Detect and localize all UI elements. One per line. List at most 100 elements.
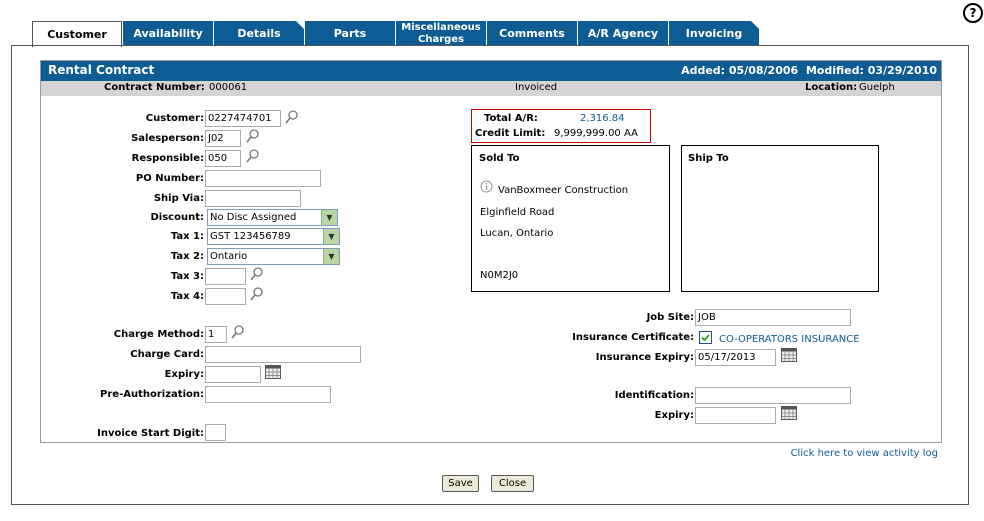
tab-parts[interactable]: Parts <box>305 21 395 46</box>
calendar-icon[interactable] <box>781 348 797 362</box>
credit-limit-value: 9,999,999.00 AA <box>554 128 638 139</box>
tax1-select[interactable]: GST 123456789 ▼ <box>207 228 340 245</box>
contract-status: Invoiced <box>515 82 558 93</box>
id-expiry-input[interactable] <box>695 407 776 424</box>
charge-method-input[interactable]: 1 <box>205 326 227 343</box>
responsible-label: Responsible: <box>131 153 204 164</box>
tax4-search-icon[interactable] <box>250 287 264 301</box>
ar-summary: Total A/R: 2,316.84 Credit Limit: 9,999,… <box>471 109 651 143</box>
ship-via-input[interactable] <box>205 190 301 207</box>
sold-to-box: Sold To VanBoxmeer Construction Elginfie… <box>471 145 670 292</box>
salesperson-label: Salesperson: <box>131 133 204 144</box>
pre-authorization-label: Pre-Authorization: <box>100 389 204 400</box>
chevron-down-icon[interactable]: ▼ <box>323 249 339 264</box>
help-icon[interactable]: ? <box>963 3 983 23</box>
charge-card-input[interactable] <box>205 346 361 363</box>
tab-invoicing[interactable]: Invoicing <box>669 21 760 46</box>
chevron-down-icon[interactable]: ▼ <box>321 210 337 225</box>
location-label: Location: <box>805 82 858 93</box>
modified-date: 03/29/2010 <box>867 64 937 77</box>
salesperson-search-icon[interactable] <box>246 129 260 143</box>
responsible-search-icon[interactable] <box>246 149 260 163</box>
tax3-input[interactable] <box>205 268 246 285</box>
tax3-label: Tax 3: <box>170 271 204 282</box>
tax4-label: Tax 4: <box>170 291 204 302</box>
insurance-company: CO-OPERATORS INSURANCE <box>719 334 860 345</box>
expiry-label: Expiry: <box>164 369 204 380</box>
page-title: Rental Contract <box>48 63 155 77</box>
modified-label: Modified: <box>805 64 864 77</box>
tab-availability[interactable]: Availability <box>123 21 213 46</box>
insurance-expiry-label: Insurance Expiry: <box>595 352 694 363</box>
customer-search-icon[interactable] <box>285 110 299 124</box>
tax2-label: Tax 2: <box>170 251 204 262</box>
insurance-expiry-input[interactable]: 05/17/2013 <box>695 349 776 366</box>
responsible-input[interactable]: 050 <box>205 150 241 167</box>
tax4-input[interactable] <box>205 288 246 305</box>
tab-details-label: Details <box>237 27 281 40</box>
po-number-input[interactable] <box>205 170 321 187</box>
job-site-label: Job Site: <box>646 312 694 323</box>
customer-label: Customer: <box>145 113 204 124</box>
ship-to-box: Ship To <box>681 145 879 292</box>
tax3-search-icon[interactable] <box>250 267 264 281</box>
invoice-start-digit-input[interactable] <box>205 424 226 441</box>
pre-authorization-input[interactable] <box>205 386 331 403</box>
tab-ar-agency[interactable]: A/R Agency <box>578 21 668 46</box>
tab-invoicing-label: Invoicing <box>685 27 743 40</box>
tab-misc-line1: Miscellaneous <box>401 22 481 33</box>
tab-details[interactable]: Details <box>214 21 305 46</box>
sold-to-title: Sold To <box>479 153 520 164</box>
identification-input[interactable] <box>695 387 851 404</box>
activity-log-link[interactable]: Click here to view activity log <box>791 448 938 459</box>
added-label: Added: <box>681 64 726 77</box>
tax2-select[interactable]: Ontario ▼ <box>207 248 340 265</box>
tab-miscellaneous-charges[interactable]: Miscellaneous Charges <box>396 21 486 46</box>
identification-label: Identification: <box>614 390 694 401</box>
credit-limit-label: Credit Limit: <box>475 128 546 139</box>
calendar-icon[interactable] <box>265 365 281 379</box>
tab-corner <box>751 21 760 30</box>
contract-number: 000061 <box>209 82 248 93</box>
calendar-icon[interactable] <box>781 406 797 420</box>
invoice-start-label: Invoice Start Digit: <box>97 428 204 439</box>
tax2-value: Ontario <box>210 251 248 262</box>
sold-to-name: VanBoxmeer Construction <box>498 185 629 196</box>
discount-select[interactable]: No Disc Assigned ▼ <box>207 209 338 226</box>
contract-number-label: Contract Number: <box>104 82 205 93</box>
salesperson-input[interactable]: J02 <box>205 130 241 147</box>
customer-input[interactable]: 0227474701 <box>205 110 281 127</box>
sold-to-postal: N0M2J0 <box>480 270 519 281</box>
discount-label: Discount: <box>150 212 205 223</box>
tab-comments[interactable]: Comments <box>487 21 577 46</box>
charge-method-search-icon[interactable] <box>231 325 245 339</box>
info-bar: Contract Number: 000061 Invoiced Locatio… <box>41 81 941 96</box>
close-button[interactable]: Close <box>491 475 534 492</box>
expiry-input[interactable] <box>205 366 261 383</box>
chevron-down-icon[interactable]: ▼ <box>323 229 339 244</box>
discount-value: No Disc Assigned <box>210 212 297 223</box>
dates: Added: 05/08/2006 Modified: 03/29/2010 <box>681 64 937 77</box>
insurance-certificate-label: Insurance Certificate: <box>572 332 694 343</box>
po-number-label: PO Number: <box>135 173 204 184</box>
charge-method-label: Charge Method: <box>113 329 204 340</box>
info-icon[interactable] <box>480 180 493 193</box>
added-date: 05/08/2006 <box>728 64 799 77</box>
insurance-checkbox[interactable] <box>699 331 712 344</box>
total-ar-label: Total A/R: <box>484 113 538 124</box>
ship-to-title: Ship To <box>688 153 729 164</box>
save-button[interactable]: Save <box>442 475 479 492</box>
id-expiry-label: Expiry: <box>654 410 694 421</box>
sold-to-address-line2: Lucan, Ontario <box>480 228 554 239</box>
location-value: Guelph <box>859 82 895 93</box>
sold-to-address-line1: Elginfield Road <box>480 207 555 218</box>
job-site-input[interactable]: JOB <box>695 309 851 326</box>
ship-via-label: Ship Via: <box>153 193 204 204</box>
tax1-label: Tax 1: <box>170 231 204 242</box>
tab-customer[interactable]: Customer <box>32 21 122 47</box>
tab-corner <box>296 21 305 30</box>
title-bar: Rental Contract Added: 05/08/2006 Modifi… <box>41 61 941 81</box>
tax1-value: GST 123456789 <box>210 231 291 242</box>
total-ar-value: 2,316.84 <box>580 113 625 124</box>
charge-card-label: Charge Card: <box>130 349 204 360</box>
